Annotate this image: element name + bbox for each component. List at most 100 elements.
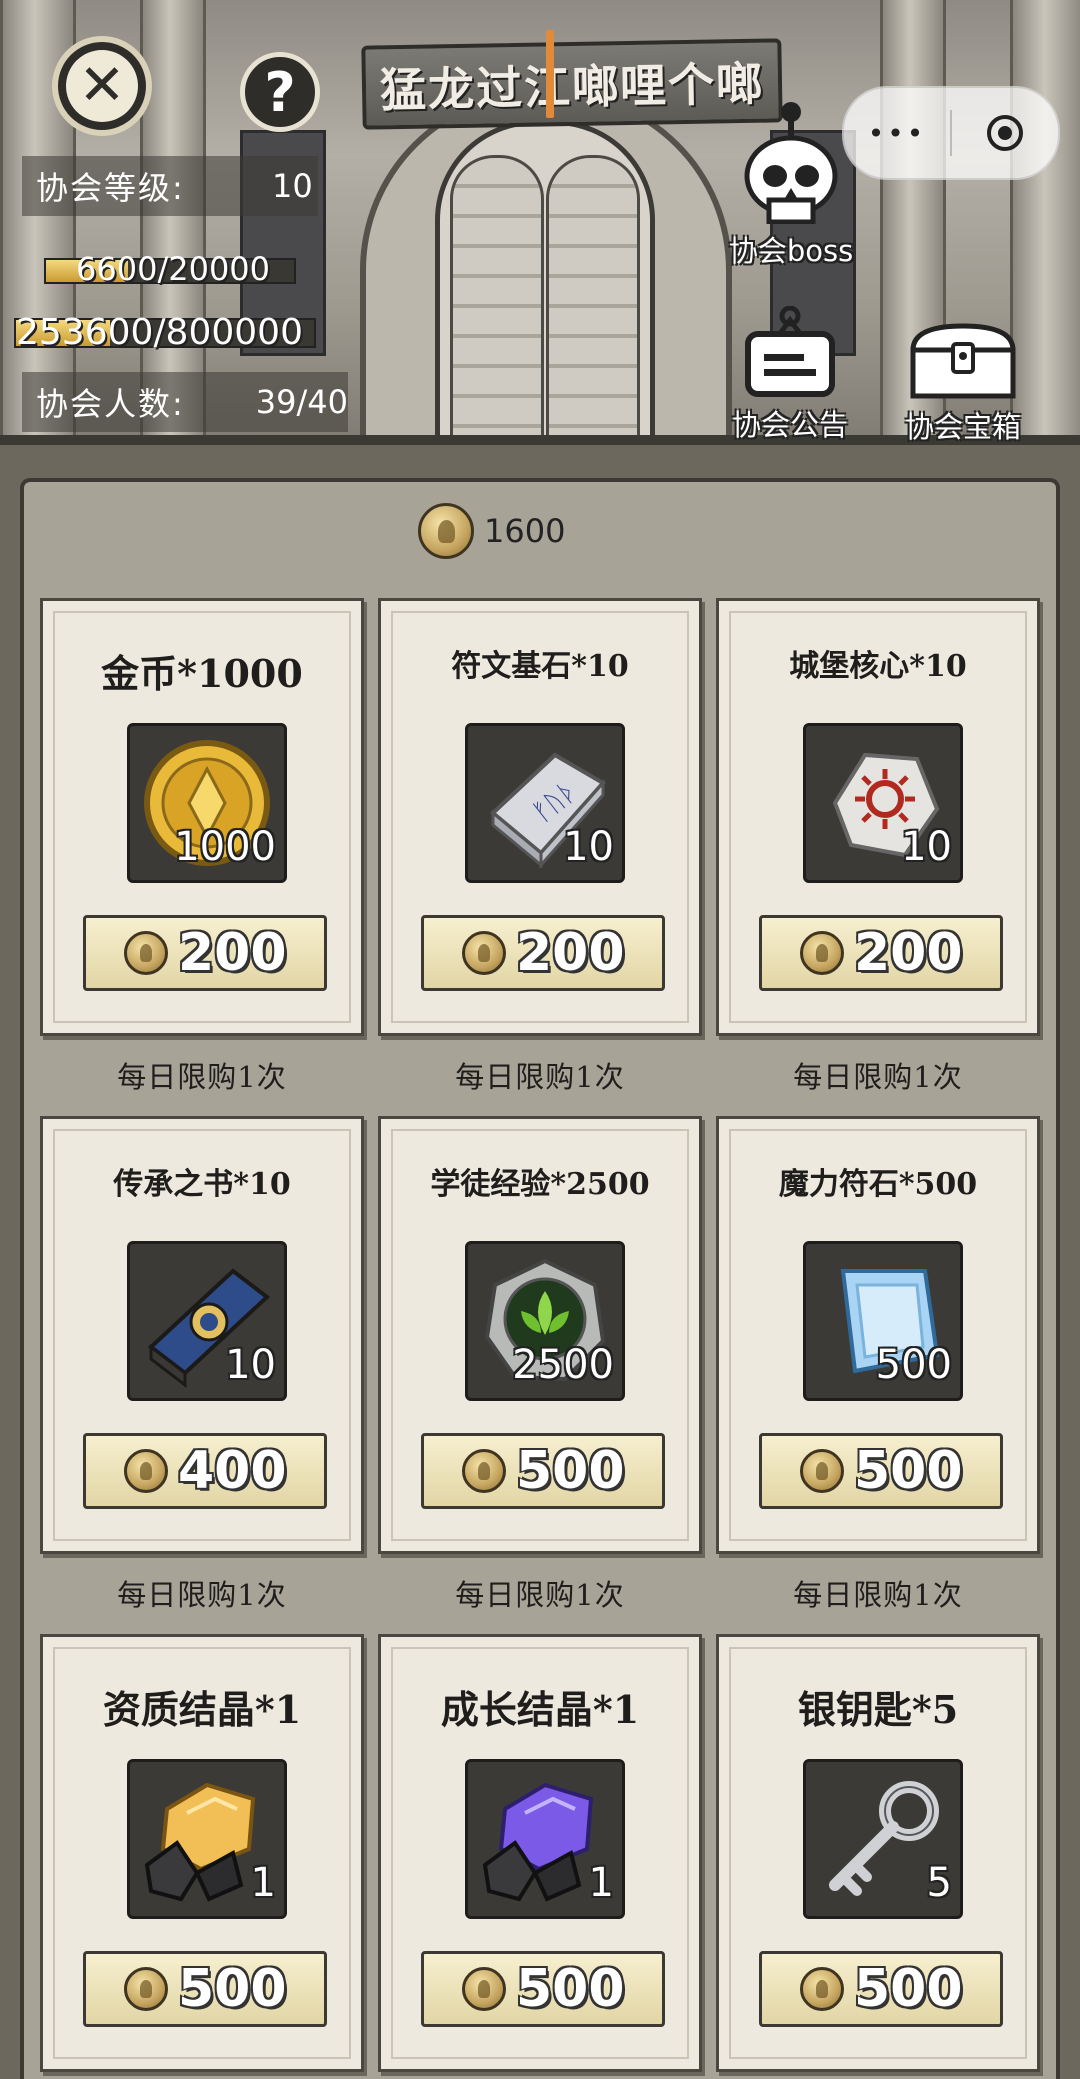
guild-members-label: 协会人数: bbox=[36, 385, 185, 423]
shop-item-price: 200 bbox=[854, 923, 963, 983]
guild-coin-icon bbox=[800, 1967, 844, 2011]
guild-exp-text: 6600/20000 bbox=[76, 250, 271, 288]
guild-coin-icon bbox=[462, 931, 506, 975]
treasure-chest-icon bbox=[910, 323, 1016, 399]
currency-balance-value: 1600 bbox=[484, 512, 566, 550]
more-dots-icon[interactable]: ••• bbox=[844, 117, 950, 150]
buy-button[interactable]: 500 bbox=[83, 1951, 327, 2027]
guild-coin-icon bbox=[800, 1449, 844, 1493]
growth-crystal-icon: 1 bbox=[465, 1759, 625, 1919]
aptitude-crystal-icon: 1 bbox=[127, 1759, 287, 1919]
buy-button[interactable]: 500 bbox=[759, 1951, 1003, 2027]
guild-members-value: 39/40 bbox=[255, 383, 348, 421]
guild-chest-button[interactable]: 协会宝箱 bbox=[888, 320, 1038, 446]
buy-button[interactable]: 500 bbox=[421, 1433, 665, 1509]
shop-item-name: 城堡核心*10 bbox=[789, 649, 967, 684]
guild-notice-label: 协会公告 bbox=[731, 408, 848, 442]
shop-item-name: 魔力符石*500 bbox=[778, 1167, 978, 1202]
shop-item-card[interactable]: 成长结晶*1 1 500 bbox=[378, 1634, 702, 2072]
shop-item-price: 400 bbox=[178, 1441, 287, 1501]
guild-name-banner: 猛龙过江啷哩个啷 bbox=[361, 38, 783, 130]
hall-door bbox=[435, 120, 655, 445]
shop-item-price: 500 bbox=[178, 1959, 287, 2019]
gold-coin-icon: 1000 bbox=[127, 723, 287, 883]
shop-item-card[interactable]: 符文基石*10 ᚠᚢᚦ 10 200 bbox=[378, 598, 702, 1036]
shop-item-price: 500 bbox=[854, 1959, 963, 2019]
shop-item-quantity: 1000 bbox=[174, 824, 276, 870]
purchase-limit-text: 每日限购1次 bbox=[455, 1060, 625, 1094]
shop-item-price: 500 bbox=[516, 1441, 625, 1501]
guild-fund-text: 253600/800000 bbox=[16, 312, 303, 353]
shop-item-name: 传承之书*10 bbox=[113, 1167, 291, 1202]
guild-notice-button[interactable]: 协会公告 bbox=[720, 306, 860, 444]
shop-item-price: 500 bbox=[854, 1441, 963, 1501]
shop-item-name: 符文基石*10 bbox=[451, 649, 629, 684]
mana-crystal-icon: 500 bbox=[803, 1241, 963, 1401]
shop-item-quantity: 10 bbox=[901, 824, 952, 870]
shop-item-name: 资质结晶*1 bbox=[102, 1687, 302, 1732]
shop-item-name: 银钥匙*5 bbox=[797, 1687, 959, 1732]
shop-item-price: 200 bbox=[178, 923, 287, 983]
notice-board-icon bbox=[745, 306, 835, 397]
guild-coin-icon bbox=[800, 931, 844, 975]
guild-boss-button[interactable]: 协会boss bbox=[726, 92, 856, 270]
skull-icon bbox=[744, 102, 838, 224]
buy-button[interactable]: 200 bbox=[421, 915, 665, 991]
shop-item-quantity: 10 bbox=[563, 824, 614, 870]
shop-item-card[interactable]: 学徒经验*2500 2500 500 bbox=[378, 1116, 702, 1554]
shop-item-name: 金币*1000 bbox=[101, 651, 303, 696]
shop-item-quantity: 2500 bbox=[512, 1342, 614, 1388]
shop-item-quantity: 1 bbox=[250, 1860, 276, 1906]
purchase-limit-text: 每日限购1次 bbox=[793, 1060, 963, 1094]
currency-balance: 1600 bbox=[418, 503, 565, 559]
shop-item-name: 学徒经验*2500 bbox=[430, 1167, 650, 1202]
shop-item-card[interactable]: 资质结晶*1 1 500 bbox=[40, 1634, 364, 2072]
shop-item-price: 500 bbox=[516, 1959, 625, 2019]
guild-level-row: 协会等级: 10 bbox=[22, 156, 318, 216]
buy-button[interactable]: 200 bbox=[759, 915, 1003, 991]
shop-item-quantity: 500 bbox=[875, 1342, 952, 1388]
guild-members-row: 协会人数: 39/40 bbox=[22, 372, 348, 432]
text-caret bbox=[546, 30, 554, 118]
guild-level-value: 10 bbox=[272, 167, 313, 205]
guild-name: 猛龙过江啷哩个啷 bbox=[379, 56, 765, 118]
guild-boss-label: 协会boss bbox=[728, 234, 854, 268]
shop-item-card[interactable]: 魔力符石*500 500 500 bbox=[716, 1116, 1040, 1554]
silver-key-icon: 5 bbox=[803, 1759, 963, 1919]
purchase-limit-text: 每日限购1次 bbox=[117, 1060, 287, 1094]
help-icon: ? bbox=[264, 60, 296, 124]
guild-coin-icon bbox=[418, 503, 474, 559]
shop-item-quantity: 10 bbox=[225, 1342, 276, 1388]
guild-level-label: 协会等级: bbox=[36, 169, 185, 207]
help-button[interactable]: ? bbox=[240, 52, 320, 132]
apprentice-exp-icon: 2500 bbox=[465, 1241, 625, 1401]
rune-stone-icon: ᚠᚢᚦ 10 bbox=[465, 723, 625, 883]
miniprogram-capsule: ••• bbox=[842, 86, 1060, 180]
guild-chest-label: 协会宝箱 bbox=[904, 410, 1021, 444]
record-button[interactable] bbox=[952, 115, 1058, 151]
guild-coin-icon bbox=[124, 1449, 168, 1493]
close-button[interactable]: ✕ bbox=[52, 36, 152, 136]
record-icon bbox=[987, 115, 1023, 151]
purchase-limit-text: 每日限购1次 bbox=[793, 1578, 963, 1612]
shop-item-card[interactable]: 银钥匙*5 5 500 bbox=[716, 1634, 1040, 2072]
buy-button[interactable]: 400 bbox=[83, 1433, 327, 1509]
close-icon: ✕ bbox=[66, 50, 138, 122]
buy-button[interactable]: 500 bbox=[759, 1433, 1003, 1509]
shop-item-quantity: 5 bbox=[926, 1860, 952, 1906]
buy-button[interactable]: 200 bbox=[83, 915, 327, 991]
guild-coin-icon bbox=[462, 1449, 506, 1493]
shop-item-card[interactable]: 金币*1000 1000 200 bbox=[40, 598, 364, 1036]
shop-item-card[interactable]: 传承之书*10 10 400 bbox=[40, 1116, 364, 1554]
guild-coin-icon bbox=[462, 1967, 506, 2011]
book-icon: 10 bbox=[127, 1241, 287, 1401]
purchase-limit-text: 每日限购1次 bbox=[455, 1578, 625, 1612]
shop-item-name: 成长结晶*1 bbox=[440, 1687, 640, 1732]
castle-core-icon: 10 bbox=[803, 723, 963, 883]
shop-item-quantity: 1 bbox=[588, 1860, 614, 1906]
buy-button[interactable]: 500 bbox=[421, 1951, 665, 2027]
guild-coin-icon bbox=[124, 931, 168, 975]
guild-coin-icon bbox=[124, 1967, 168, 2011]
shop-item-card[interactable]: 城堡核心*10 10 200 bbox=[716, 598, 1040, 1036]
shop-item-price: 200 bbox=[516, 923, 625, 983]
